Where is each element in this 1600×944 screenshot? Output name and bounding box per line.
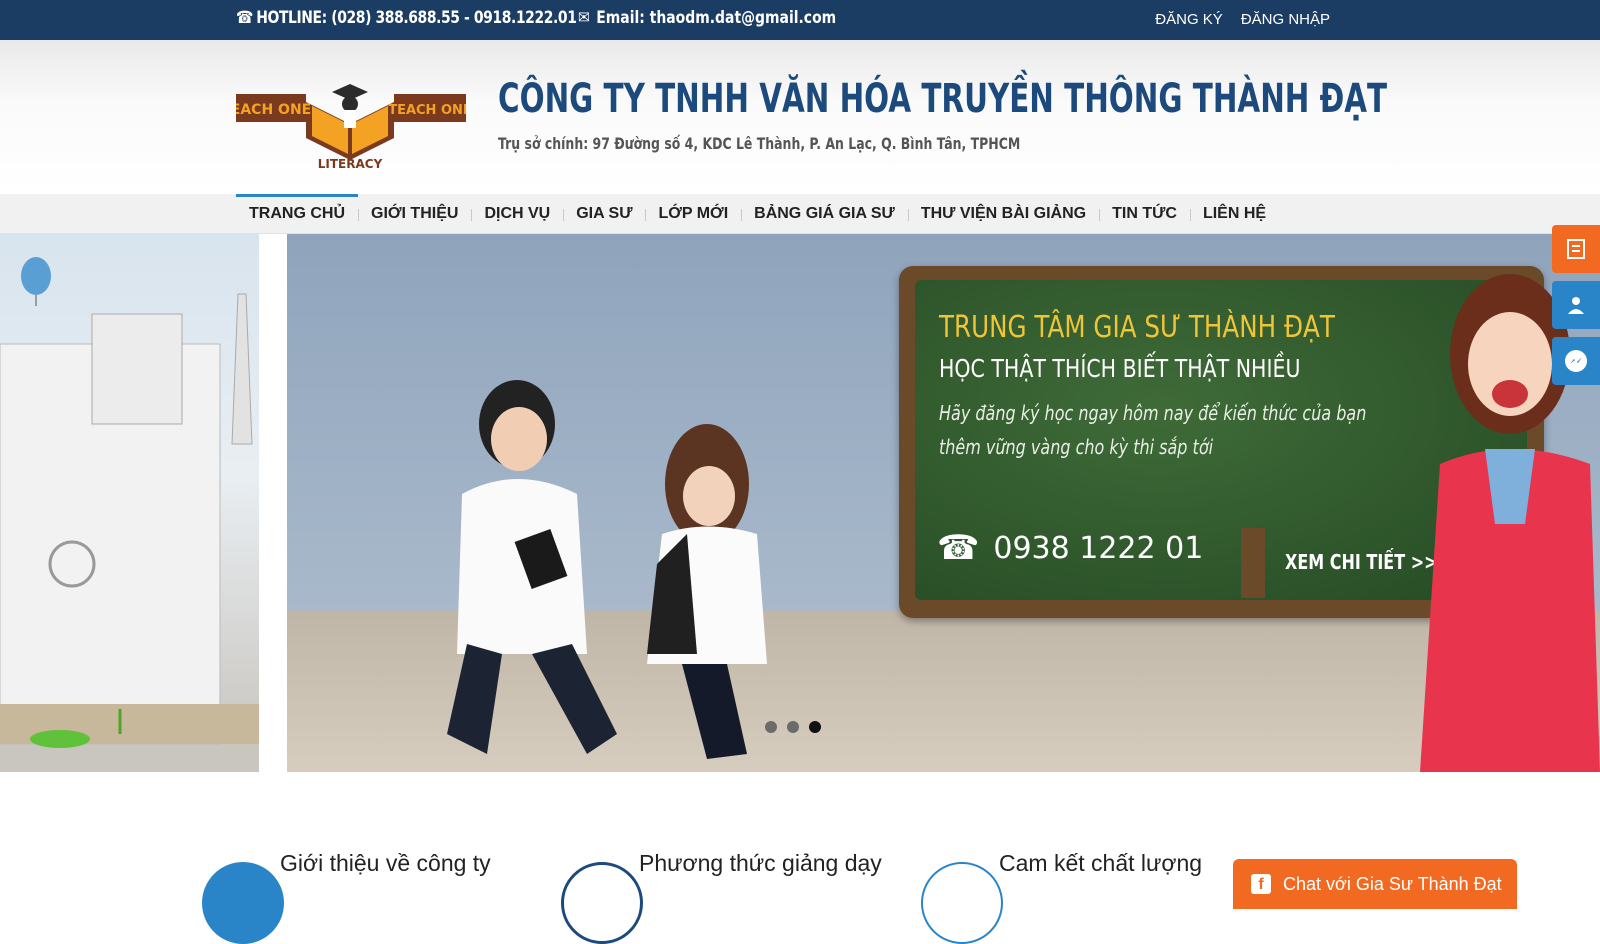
slide-title: TRUNG TÂM GIA SƯ THÀNH ĐẠT (939, 310, 1335, 345)
messenger-icon (1565, 350, 1587, 372)
login-link[interactable]: ĐĂNG NHẬP (1241, 11, 1330, 28)
tutor-button[interactable] (1552, 281, 1600, 329)
register-link[interactable]: ĐĂNG KÝ (1155, 11, 1223, 28)
previous-slide-preview (0, 234, 259, 772)
nav-list: TRANG CHỦ GIỚI THIỆU DỊCH VỤ GIA SƯ LỚP … (236, 194, 1279, 234)
slider-dot[interactable] (787, 721, 799, 733)
board-divider (1241, 528, 1265, 598)
nav-item-services[interactable]: DỊCH VỤ (471, 194, 563, 234)
company-address: Trụ sở chính: 97 Đường số 4, KDC Lê Thàn… (498, 134, 1021, 153)
facebook-icon: f (1251, 874, 1271, 894)
slider-dot[interactable] (765, 721, 777, 733)
about-company-icon[interactable] (202, 862, 284, 944)
phone-icon: ☎ (236, 8, 253, 28)
nav-item-tutors[interactable]: GIA SƯ (563, 194, 645, 234)
feature-commitment[interactable]: Cam kết chất lượng (999, 850, 1202, 877)
messenger-button[interactable] (1552, 337, 1600, 385)
slider-dots (765, 721, 821, 733)
nav-item-home[interactable]: TRANG CHỦ (236, 194, 358, 234)
nav-item-price-list[interactable]: BẢNG GIÁ GIA SƯ (741, 194, 908, 234)
top-bar: ☎ HOTLINE: (028) 388.688.55 - 0918.1222.… (0, 0, 1600, 40)
hotline-text: HOTLINE: (028) 388.688.55 - 0918.1222.01 (256, 8, 577, 28)
nav-item-library[interactable]: THƯ VIỆN BÀI GIẢNG (907, 194, 1099, 234)
slide-phone: ☎ 0938 1222 01 (937, 528, 1203, 568)
chat-label: Chat với Gia Sư Thành Đạt (1283, 873, 1502, 894)
register-form-icon (1567, 239, 1585, 259)
slide-subtitle: HỌC THẬT THÍCH BIẾT THẬT NHIỀU (939, 354, 1301, 383)
hero-slider[interactable]: TRUNG TÂM GIA SƯ THÀNH ĐẠT HỌC THẬT THÍC… (0, 234, 1600, 772)
nav-item-about[interactable]: GIỚI THIỆU (358, 194, 471, 234)
slide-description: Hãy đăng ký học ngay hôm nay để kiến thứ… (939, 396, 1367, 464)
slide-phone-number: 0938 1222 01 (993, 530, 1204, 566)
logo-bottom-text: LITERACY (318, 157, 383, 171)
register-form-button[interactable] (1552, 225, 1600, 273)
auth-links: ĐĂNG KÝ ĐĂNG NHẬP (1155, 11, 1330, 28)
logo[interactable]: EACH ONE TEACH ONE LITERACY (236, 62, 466, 172)
email: ✉ Email: thaodm.dat@gmail.com (578, 8, 836, 28)
side-toolbar (1552, 225, 1600, 393)
teaching-method-icon[interactable] (561, 862, 643, 944)
feature-method[interactable]: Phương thức giảng dạy (639, 850, 882, 877)
nav-item-new-classes[interactable]: LỚP MỚI (645, 194, 741, 234)
tutor-icon (1568, 297, 1584, 314)
quality-commitment-icon[interactable] (921, 862, 1003, 944)
slider-dot-active[interactable] (809, 721, 821, 733)
main-nav: TRANG CHỦ GIỚI THIỆU DỊCH VỤ GIA SƯ LỚP … (0, 194, 1600, 234)
slide-desc-line1: Hãy đăng ký học ngay hôm nay để kiến thứ… (939, 401, 1367, 425)
feature-about[interactable]: Giới thiệu về công ty (280, 850, 491, 877)
active-slide: TRUNG TÂM GIA SƯ THÀNH ĐẠT HỌC THẬT THÍC… (287, 234, 1600, 772)
site-header: EACH ONE TEACH ONE LITERACY CÔNG TY TNHH… (0, 40, 1600, 194)
company-name: CÔNG TY TNHH VĂN HÓA TRUYỀN THÔNG THÀNH … (498, 76, 1388, 122)
telephone-icon: ☎ (937, 528, 980, 568)
mail-icon: ✉ (578, 8, 590, 28)
slide-desc-line2: thêm vững vàng cho kỳ thi sắp tới (939, 435, 1214, 459)
nav-item-contact[interactable]: LIÊN HỆ (1189, 194, 1279, 234)
logo-book-icon (306, 84, 394, 160)
cathedral-image (0, 257, 259, 748)
logo-left-text: EACH ONE (236, 102, 311, 118)
nav-item-news[interactable]: TIN TỨC (1099, 194, 1190, 234)
hotline: ☎ HOTLINE: (028) 388.688.55 - 0918.1222.… (236, 8, 577, 28)
email-text: Email: thaodm.dat@gmail.com (596, 8, 837, 28)
logo-right-text: TEACH ONE (388, 103, 466, 118)
